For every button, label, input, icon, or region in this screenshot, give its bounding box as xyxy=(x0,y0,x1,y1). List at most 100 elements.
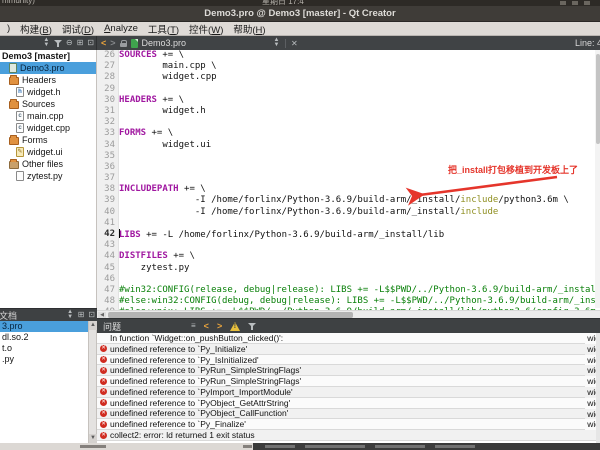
code-line[interactable]: 27 main.cpp \ xyxy=(97,61,600,72)
code-line[interactable]: 38INCLUDEPATH += \ xyxy=(97,184,600,195)
code-line[interactable]: 41 xyxy=(97,218,600,229)
close-panel-icon[interactable]: ⊡ xyxy=(88,310,95,320)
code-text: INCLUDEPATH += \ xyxy=(119,184,206,195)
tree-item-widget.ui[interactable]: ✎widget.ui xyxy=(0,146,96,158)
filter-dropdown-icon[interactable]: ▲▼ xyxy=(43,38,50,48)
separator xyxy=(285,39,286,48)
file-dropdown-icon[interactable]: ▲▼ xyxy=(273,38,280,48)
split-panel-icon[interactable]: ⊞ xyxy=(78,310,85,320)
tree-item-zytest.py[interactable]: zytest.py xyxy=(0,170,96,182)
line-number: 42 xyxy=(97,229,119,240)
problem-row[interactable]: ✕undefined reference to `PyObject_CallFu… xyxy=(97,409,600,420)
tree-item-sources[interactable]: Sources xyxy=(0,98,96,110)
next-issue-icon[interactable]: > xyxy=(217,321,222,331)
code-line[interactable]: 28 widget.cpp xyxy=(97,72,600,83)
code-line[interactable]: 34 widget.ui xyxy=(97,140,600,151)
folder-icon xyxy=(9,137,19,145)
code-line[interactable]: 30HEADERS += \ xyxy=(97,95,600,106)
toolbar-row: ▲▼⊖⊞⊡ < > Demo3.pro ▲▼ ✕ Line: 4 xyxy=(0,36,600,50)
filter-icon[interactable] xyxy=(248,322,256,330)
code-text: main.cpp \ xyxy=(119,61,217,72)
menu-item[interactable]: 工具(T) xyxy=(143,22,184,36)
code-line[interactable]: 48#else:win32:CONFIG(debug, debug|releas… xyxy=(97,296,600,307)
problem-text: undefined reference to `PyObject_CallFun… xyxy=(110,408,600,418)
code-line[interactable]: 40 -I /home/forlinx/Python-3.6.9/build-a… xyxy=(97,207,600,218)
problem-row[interactable]: ✕undefined reference to `Py_Initialize'w… xyxy=(97,344,600,355)
code-line[interactable]: 39 -I /home/forlinx/Python-3.6.9/build-a… xyxy=(97,195,600,206)
menu-item[interactable]: Analyze xyxy=(99,23,143,34)
code-line[interactable]: 31 widget.h xyxy=(97,106,600,117)
problem-row[interactable]: ✕undefined reference to `Py_IsInitialize… xyxy=(97,355,600,366)
problem-row[interactable]: ✕undefined reference to `PyImport_Import… xyxy=(97,387,600,398)
line-number: 40 xyxy=(97,207,119,218)
menu-item[interactable]: 构建(B) xyxy=(15,22,57,36)
tree-item-forms[interactable]: Forms xyxy=(0,134,96,146)
code-line[interactable]: 42LIBS += -L /home/forlinx/Python-3.6.9/… xyxy=(97,229,600,240)
tree-item-widget.cpp[interactable]: cwidget.cpp xyxy=(0,122,96,134)
menu-item[interactable]: 调试(D) xyxy=(57,22,99,36)
code-line[interactable]: 46 xyxy=(97,274,600,285)
system-tray-icon xyxy=(584,1,590,5)
code-line[interactable]: 29 xyxy=(97,84,600,95)
file-pro-icon xyxy=(9,63,17,73)
problem-row[interactable]: In function `Widget::on_pushButton_click… xyxy=(97,333,600,344)
show-warnings-icon[interactable] xyxy=(230,322,240,331)
editor-horizontal-scrollbar[interactable]: ◀ xyxy=(97,310,600,318)
open-document-item[interactable]: 3.pro xyxy=(0,321,96,332)
tree-item-widget.h[interactable]: hwidget.h xyxy=(0,86,96,98)
menu-item[interactable]: ) xyxy=(2,23,15,34)
editor-vertical-scrollbar[interactable] xyxy=(595,50,600,308)
code-line[interactable]: 43 xyxy=(97,240,600,251)
code-line[interactable]: 47#win32:CONFIG(release, debug|release):… xyxy=(97,285,600,296)
problem-row[interactable]: ✕undefined reference to `PyObject_GetAtt… xyxy=(97,398,600,409)
tree-item-label: Sources xyxy=(22,99,55,109)
line-number: 29 xyxy=(97,84,119,95)
scroll-up-icon[interactable]: ▲ xyxy=(89,321,97,330)
tree-item-demo3.pro[interactable]: Demo3.pro xyxy=(0,62,96,74)
code-text: widget.cpp xyxy=(119,72,217,83)
menu-item[interactable]: 帮助(H) xyxy=(228,22,270,36)
back-icon[interactable]: < xyxy=(101,38,106,48)
code-line[interactable]: 45 zytest.py xyxy=(97,263,600,274)
tree-item-main.cpp[interactable]: cmain.cpp xyxy=(0,110,96,122)
expand-rows-icon[interactable]: ≡ xyxy=(191,321,196,331)
code-text: #win32:CONFIG(release, debug|release): L… xyxy=(119,285,600,296)
window-title-bar[interactable]: Demo3.pro @ Demo3 [master] - Qt Creator xyxy=(0,6,600,22)
menu-item[interactable]: 控件(W) xyxy=(184,22,228,36)
code-line[interactable]: 44DISTFILES += \ xyxy=(97,251,600,262)
problem-row[interactable]: ✕undefined reference to `PyRun_SimpleStr… xyxy=(97,365,600,376)
tree-item-headers[interactable]: Headers xyxy=(0,74,96,86)
code-line[interactable]: 32 xyxy=(97,117,600,128)
line-number: 35 xyxy=(97,151,119,162)
line-number: 30 xyxy=(97,95,119,106)
close-document-icon[interactable]: ✕ xyxy=(291,39,298,48)
line-number: 46 xyxy=(97,274,119,285)
filter-icon[interactable] xyxy=(54,39,62,47)
documents-dropdown-icon[interactable]: ▲▼ xyxy=(67,310,74,320)
code-line[interactable]: 33FORMS += \ xyxy=(97,128,600,139)
problem-row[interactable]: ✕collect2: error: ld returned 1 exit sta… xyxy=(97,430,600,441)
problem-row[interactable]: ✕undefined reference to `PyRun_SimpleStr… xyxy=(97,376,600,387)
open-document-item[interactable]: dl.so.2 xyxy=(0,332,96,343)
system-tray-icon xyxy=(572,1,578,5)
open-document-item[interactable]: .py xyxy=(0,354,96,365)
split-panel-icon[interactable]: ⊞ xyxy=(77,38,84,48)
code-line[interactable]: 26SOURCES += \ xyxy=(97,50,600,61)
line-number: 44 xyxy=(97,251,119,262)
prev-issue-icon[interactable]: < xyxy=(204,321,209,331)
file-cpp-icon: c xyxy=(16,123,24,133)
scroll-down-icon[interactable]: ▼ xyxy=(89,434,97,443)
forward-icon[interactable]: > xyxy=(110,38,115,48)
problem-row[interactable]: ✕undefined reference to `Py_Finalize'wid xyxy=(97,419,600,430)
open-document-item[interactable]: t.o xyxy=(0,343,96,354)
tree-item-other-files[interactable]: Other files xyxy=(0,158,96,170)
documents-scrollbar[interactable]: ▲ ▼ xyxy=(88,321,96,443)
line-number: 37 xyxy=(97,173,119,184)
open-file-name[interactable]: Demo3.pro xyxy=(142,38,187,48)
tree-item-demo3-master-[interactable]: Demo3 [master] xyxy=(0,50,96,62)
close-panel-icon[interactable]: ⊡ xyxy=(87,38,94,48)
problems-scrollbar[interactable] xyxy=(596,333,600,443)
code-line[interactable]: 35 xyxy=(97,151,600,162)
sync-with-editor-icon[interactable]: ⊖ xyxy=(66,38,73,48)
code-editor[interactable]: 26SOURCES += \27 main.cpp \28 widget.cpp… xyxy=(97,50,600,318)
